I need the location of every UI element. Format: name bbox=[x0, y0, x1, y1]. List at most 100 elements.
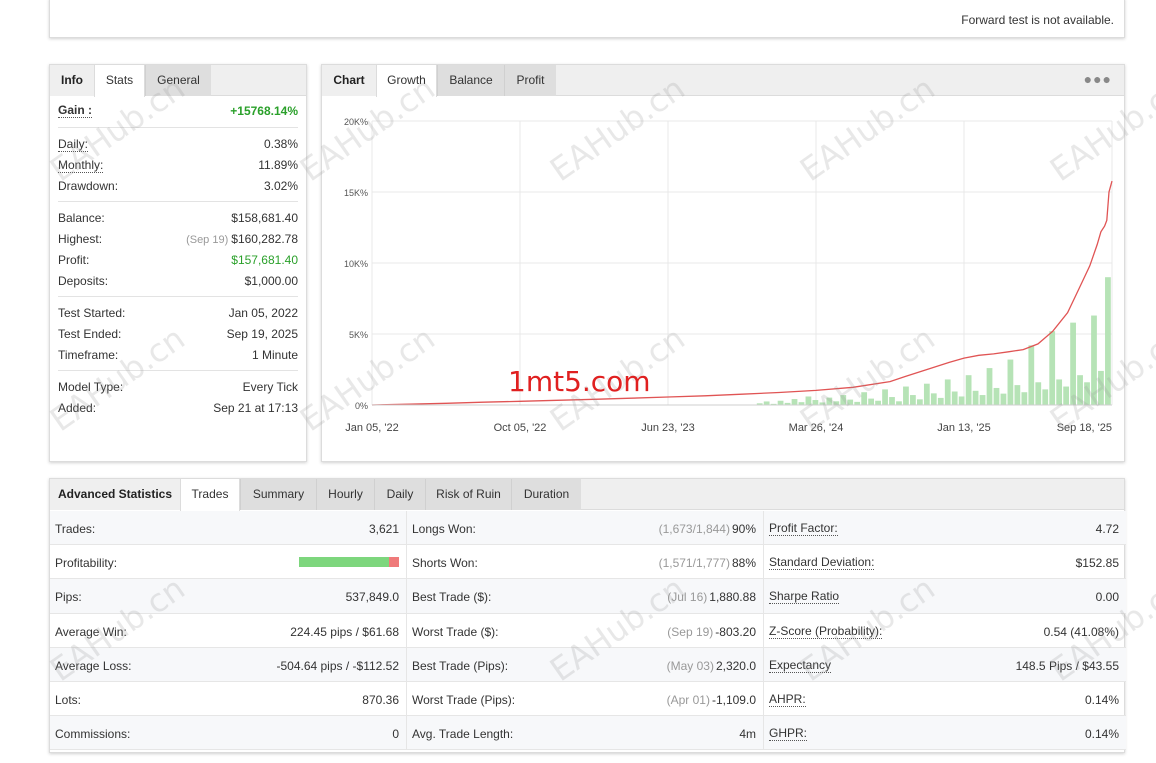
stat-value-wrap: 0.00 bbox=[1096, 590, 1119, 604]
stat-label: Trades: bbox=[55, 522, 96, 536]
divider bbox=[58, 296, 298, 297]
volume-bar bbox=[1105, 277, 1111, 405]
stat-label: Worst Trade (Pips): bbox=[412, 692, 516, 707]
ellipsis-icon[interactable]: ●●● bbox=[1084, 71, 1112, 87]
highest-value-wrap: (Sep 19) $160,282.78 bbox=[186, 232, 298, 246]
stat-value-wrap: 224.45 pips / $61.68 bbox=[290, 625, 399, 639]
volume-bar bbox=[958, 396, 965, 405]
stat-value: 224.45 pips / $61.68 bbox=[290, 624, 399, 639]
stat-value-wrap: (May 03) 2,320.0 bbox=[667, 659, 756, 673]
profitability-bar bbox=[299, 557, 399, 568]
stat-value: 870.36 bbox=[362, 692, 399, 707]
stat-label[interactable]: GHPR: bbox=[769, 727, 808, 742]
stat-label[interactable]: Standard Deviation: bbox=[769, 556, 875, 571]
stat-value: 88% bbox=[731, 556, 756, 571]
tab-hourly[interactable]: Hourly bbox=[316, 479, 374, 510]
volume-bar bbox=[1021, 392, 1028, 405]
info-panel: Info Stats General Gain : +15768.14% Dai… bbox=[49, 64, 307, 462]
tab-chart[interactable]: Chart bbox=[322, 65, 376, 96]
divider bbox=[58, 127, 298, 128]
stat-cell: Longs Won: (1,673/1,844) 90% bbox=[407, 511, 764, 545]
deposits-value: $1,000.00 bbox=[244, 274, 298, 288]
stat-value: -1,109.0 bbox=[711, 692, 756, 707]
volume-bar bbox=[1007, 359, 1014, 405]
stat-label[interactable]: AHPR: bbox=[769, 692, 806, 707]
advanced-stats-tabbar: Advanced Statistics Trades Summary Hourl… bbox=[50, 479, 1124, 511]
drawdown-row: Drawdown: 3.02% bbox=[58, 175, 298, 196]
gain-label[interactable]: Gain : bbox=[58, 103, 93, 118]
growth-chart: 0% 5K% 10K% 15K% 20K% Jan 05, '22 Oct 05, '22 J… bbox=[344, 117, 1113, 434]
stat-cell: Average Loss: -504.64 pips / -$112.52 bbox=[50, 647, 407, 682]
stat-value: 90% bbox=[731, 522, 756, 536]
stat-value: 148.5 Pips / $43.55 bbox=[1015, 658, 1119, 673]
stat-label: Commissions: bbox=[55, 727, 131, 742]
volume-bar bbox=[972, 390, 979, 405]
stat-note: (Jul 16) bbox=[667, 590, 708, 605]
volume-bar bbox=[923, 383, 930, 405]
y-tick-label: 15K% bbox=[344, 188, 368, 198]
model-type-label: Model Type: bbox=[58, 380, 124, 394]
tab-general[interactable]: General bbox=[145, 65, 211, 96]
stat-label[interactable]: Sharpe Ratio bbox=[769, 590, 840, 605]
stat-cell: Worst Trade (Pips): (Apr 01) -1,109.0 bbox=[407, 681, 764, 716]
volume-bar bbox=[861, 392, 868, 405]
stat-value: 0.00 bbox=[1095, 590, 1119, 605]
volume-bar bbox=[847, 399, 854, 405]
table-row: Pips: 537,849.0 Best Trade ($): (Jul 16) 1,8… bbox=[50, 579, 1126, 614]
tab-duration[interactable]: Duration bbox=[511, 479, 581, 510]
stat-cell: Commissions: 0 bbox=[50, 716, 407, 751]
x-tick-label: Jan 05, '22 bbox=[345, 422, 398, 434]
daily-value: 0.38% bbox=[263, 137, 298, 151]
balance-row: Balance: $158,681.40 bbox=[58, 207, 298, 228]
tab-daily[interactable]: Daily bbox=[374, 479, 425, 510]
stat-cell: AHPR: 0.14% bbox=[764, 682, 1126, 716]
stat-label[interactable]: Z-Score (Probability): bbox=[769, 624, 883, 639]
tab-profit[interactable]: Profit bbox=[504, 65, 556, 96]
volume-bar bbox=[777, 400, 784, 405]
tab-growth[interactable]: Growth bbox=[376, 65, 437, 97]
stat-cell: Z-Score (Probability): 0.54 (41.08%) bbox=[764, 614, 1126, 648]
stat-cell: Avg. Trade Length: 4m bbox=[407, 716, 764, 751]
gain-row: Gain : +15768.14% bbox=[58, 96, 298, 122]
volume-bar bbox=[791, 399, 798, 405]
volume-bar bbox=[1098, 370, 1104, 405]
stat-label: Average Loss: bbox=[55, 658, 132, 673]
stat-cell: Profitability: bbox=[50, 545, 407, 580]
advanced-stats-title: Advanced Statistics bbox=[50, 479, 180, 510]
balance-value: $158,681.40 bbox=[231, 211, 298, 225]
test-ended-label: Test Ended: bbox=[58, 327, 122, 341]
stat-value: 0.54 (41.08%) bbox=[1043, 624, 1119, 639]
stat-cell: Trades: 3,621 bbox=[50, 511, 407, 545]
volume-bar bbox=[951, 391, 958, 405]
volume-bar bbox=[965, 375, 972, 405]
tab-risk-of-ruin[interactable]: Risk of Ruin bbox=[425, 479, 511, 510]
stat-label: Worst Trade ($): bbox=[412, 624, 499, 639]
stat-cell: Expectancy 148.5 Pips / $43.55 bbox=[764, 648, 1126, 682]
tab-summary[interactable]: Summary bbox=[240, 479, 316, 510]
chart-tabbar: Chart Growth Balance Profit ●●● bbox=[322, 65, 1124, 97]
daily-label[interactable]: Daily: bbox=[58, 137, 89, 152]
model-type-row: Model Type: Every Tick bbox=[58, 376, 298, 397]
highest-date: (Sep 19) bbox=[186, 234, 229, 246]
volume-bar bbox=[1035, 382, 1042, 405]
stat-value-wrap: 3,621 bbox=[369, 522, 399, 536]
stat-value: 2,320.0 bbox=[715, 658, 756, 673]
stat-label[interactable]: Profit Factor: bbox=[769, 522, 838, 536]
tab-stats[interactable]: Stats bbox=[94, 65, 145, 97]
stat-cell: Worst Trade ($): (Sep 19) -803.20 bbox=[407, 613, 764, 648]
growth-line bbox=[371, 180, 1113, 406]
stat-value-wrap: 0.54 (41.08%) bbox=[1044, 625, 1119, 639]
drawdown-label: Drawdown: bbox=[58, 179, 119, 193]
volume-bar bbox=[910, 395, 916, 405]
stat-note: (1,571/1,777) bbox=[658, 556, 730, 571]
tab-balance[interactable]: Balance bbox=[437, 65, 504, 96]
monthly-label[interactable]: Monthly: bbox=[58, 158, 104, 173]
forward-test-panel: Forward test is not available. bbox=[49, 0, 1125, 38]
stat-value: 0.14% bbox=[1084, 692, 1119, 707]
tab-info[interactable]: Info bbox=[50, 65, 94, 96]
tab-trades[interactable]: Trades bbox=[180, 479, 240, 511]
stat-label[interactable]: Expectancy bbox=[769, 658, 832, 673]
volume-bar bbox=[833, 401, 840, 405]
added-row: Added: Sep 21 at 17:13 bbox=[58, 397, 298, 418]
volume-bar bbox=[1042, 389, 1049, 405]
